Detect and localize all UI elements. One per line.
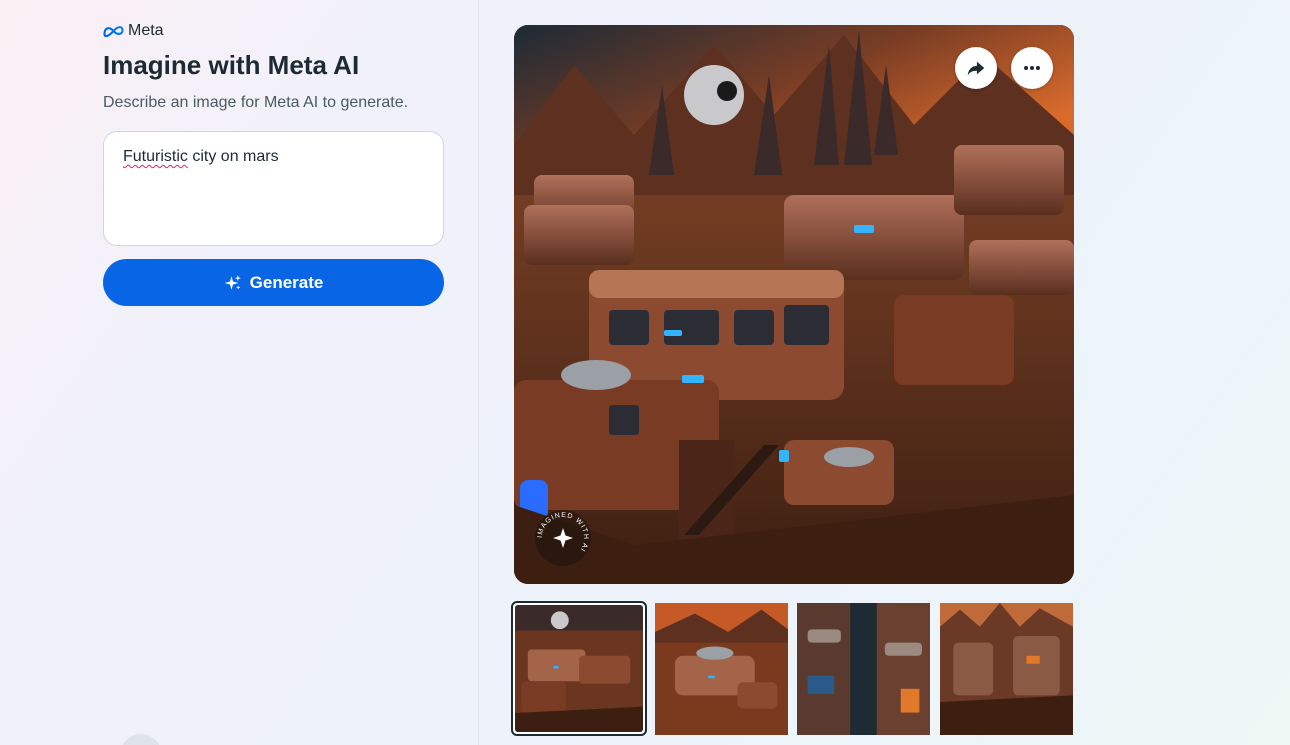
share-button[interactable] (955, 47, 997, 89)
prompt-text-rest: city on mars (187, 148, 279, 165)
misspelled-word: Futuristic (123, 148, 188, 165)
sparkle-icon (224, 274, 241, 290)
watermark-badge: IMAGINED WITH AI (535, 510, 591, 566)
generated-image[interactable]: IMAGINED WITH AI (514, 25, 1074, 584)
thumbnail-image-2 (655, 603, 788, 735)
share-arrow-icon (967, 61, 985, 76)
generate-button[interactable]: Generate (103, 259, 444, 306)
prompt-input[interactable]: Futuristic city on mars (103, 131, 444, 246)
meta-logo[interactable]: Meta (103, 22, 164, 40)
left-panel: Meta Imagine with Meta AI Describe an im… (0, 0, 479, 745)
brand-name: Meta (128, 22, 164, 39)
imagined-with-ai-watermark: IMAGINED WITH AI (534, 509, 592, 567)
generate-label: Generate (249, 272, 324, 292)
page-title: Imagine with Meta AI (103, 50, 360, 80)
prompt-text: Futuristic city on mars (123, 148, 279, 165)
avatar-button[interactable] (120, 734, 162, 745)
thumbnail-2[interactable] (655, 603, 788, 735)
thumbnail-image-4 (940, 603, 1073, 735)
thumbnail-4[interactable] (940, 603, 1073, 735)
mars-city-illustration (514, 25, 1074, 584)
thumbnail-image-1 (515, 605, 643, 732)
thumbnail-3[interactable] (797, 603, 930, 735)
more-dots-icon (1024, 65, 1040, 71)
page-subtitle: Describe an image for Meta AI to generat… (103, 94, 409, 111)
meta-infinity-icon (103, 26, 124, 38)
more-options-button[interactable] (1011, 47, 1053, 89)
thumbnail-image-3 (797, 603, 930, 735)
thumbnail-1[interactable] (511, 601, 647, 736)
